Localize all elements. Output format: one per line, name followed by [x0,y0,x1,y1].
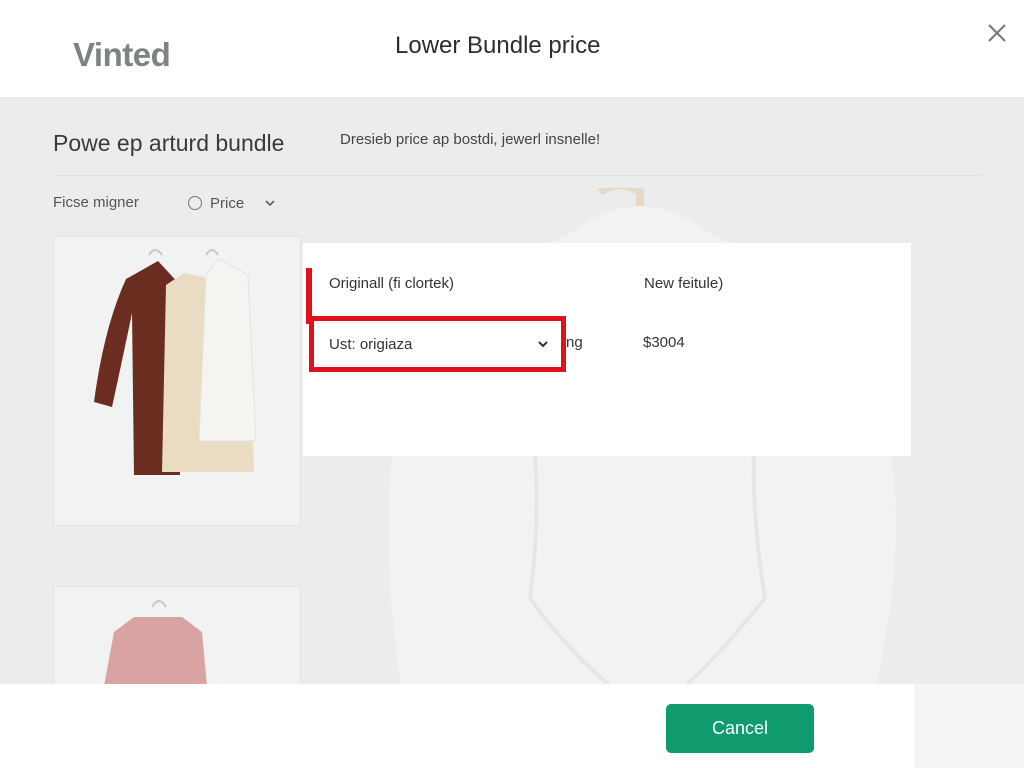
dresses-image [94,249,257,475]
bundle-item-dresses[interactable] [53,236,301,526]
modal-header: Vinted Lower Bundle price [0,0,1024,98]
bundle-item-pink-top[interactable] [53,586,301,697]
radio-icon [188,196,202,210]
pink-top-image [102,600,208,697]
partial-label: ng [566,334,583,351]
cancel-button[interactable]: Cancel [666,704,814,753]
original-price-header: Originall (fi clortek) [329,275,455,292]
vinted-logo: Vinted [73,36,171,73]
price-filter-label: Price [210,194,245,212]
chevron-down-icon [265,200,275,207]
new-price-value: $3004 [643,334,685,351]
close-icon[interactable] [982,18,1012,48]
price-filter-radio[interactable]: Price [188,192,276,214]
section-heading: Powe ep arturd bundle [53,130,285,156]
footer-side-panel [914,684,1024,768]
section-subtitle: Dresieb price ap bostdi, jewerl insnelle… [340,131,601,148]
price-option-select[interactable]: Ust: origiaza [309,316,566,372]
modal-title: Lower Bundle price [395,32,601,59]
modal-footer: Cancel [0,684,1024,768]
chevron-down-icon [538,341,548,348]
filter-label: Ficse migner [53,194,139,211]
screen: Vinted Lower Bundle price Powe ep arturd… [0,0,1024,768]
new-price-header: New feitule) [644,275,724,292]
price-option-value: Ust: origiaza [329,335,413,353]
divider [53,175,981,176]
